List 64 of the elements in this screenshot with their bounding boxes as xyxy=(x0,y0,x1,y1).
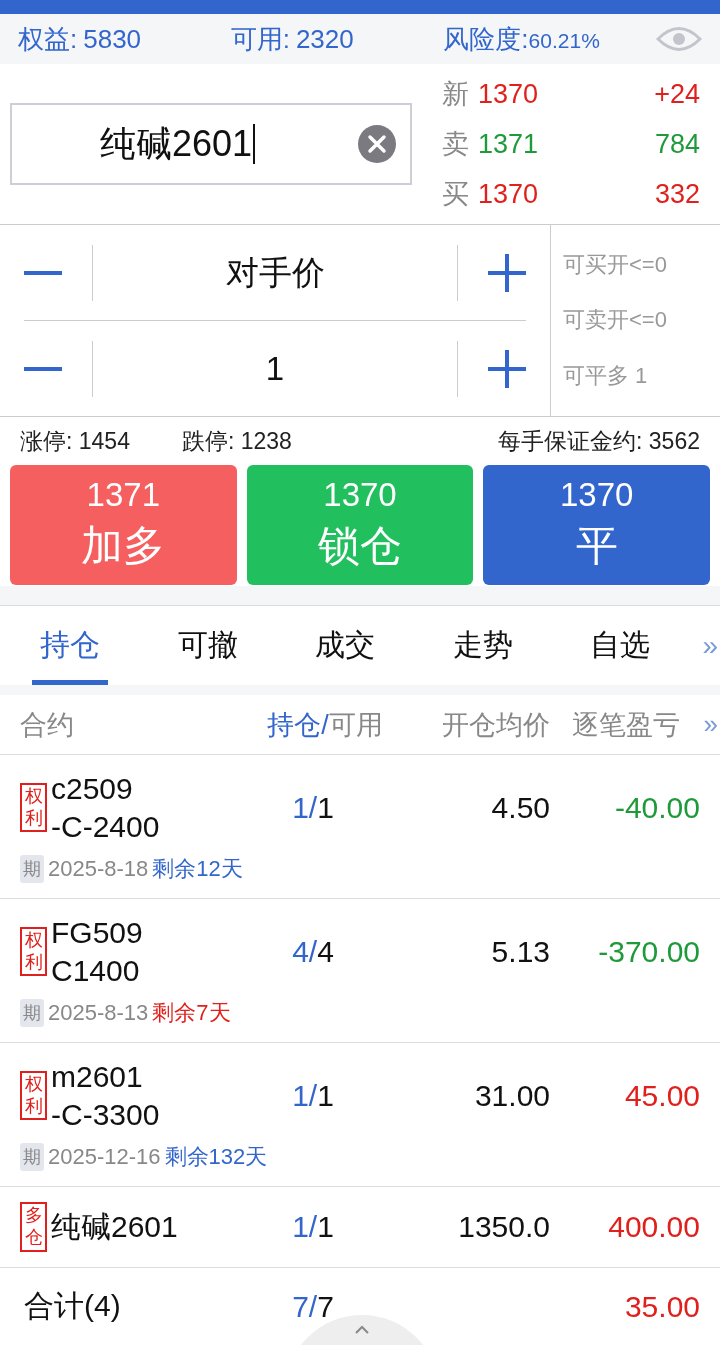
profit-loss: 400.00 xyxy=(607,1210,700,1244)
column-header: 开仓均价 xyxy=(441,708,550,742)
margin-text: 每手保证金约: 3562 xyxy=(498,426,700,456)
limit-text: 可卖开<=0 xyxy=(563,306,668,335)
expiry-badge: 期 xyxy=(20,854,44,883)
quote-price: 1370 xyxy=(478,178,540,210)
limit-text: 可买开<=0 xyxy=(563,250,668,279)
account-stat: 可用: 2320 xyxy=(230,22,355,56)
position-count: 1/1 xyxy=(291,790,335,825)
days-remaining: 剩余7天 xyxy=(152,998,231,1027)
contract-name: m2601 -C-3300 xyxy=(51,1058,160,1133)
column-header: 逐笔盈亏 xyxy=(571,708,681,742)
profit-loss: -40.00 xyxy=(613,790,700,825)
position-tag: 权利 xyxy=(20,1070,47,1121)
column-header: 持仓/可用 xyxy=(266,708,384,742)
account-stat: 权益: 5830 xyxy=(18,22,143,56)
quote-change: 784 xyxy=(654,128,700,160)
expiry-date: 2025-8-13 xyxy=(48,999,149,1026)
position-count: 7/7 xyxy=(291,1289,335,1324)
avg-price: 4.50 xyxy=(490,790,550,825)
total-label: 合计(4) xyxy=(23,1288,122,1324)
order-button[interactable]: 1370 平 xyxy=(483,465,710,585)
quote-label: 买 xyxy=(441,178,470,211)
limit-up: 涨停: 1454 xyxy=(20,426,130,456)
quantity-field[interactable]: 1 xyxy=(92,340,458,397)
tab[interactable]: 走势 xyxy=(444,606,521,685)
account-stat: 风险度:60.21% xyxy=(443,22,601,56)
contract-name: FG509 C1400 xyxy=(51,914,143,989)
position-count: 1/1 xyxy=(291,1078,335,1113)
tab[interactable]: 成交 xyxy=(307,606,384,685)
limit-down: 跌停: 1238 xyxy=(181,426,292,456)
expiry-date: 2025-12-16 xyxy=(48,1143,161,1170)
search-field[interactable]: 纯碱2601 xyxy=(10,103,412,185)
quote-price: 1371 xyxy=(478,128,540,160)
position-count: 4/4 xyxy=(291,934,335,969)
quote-change: 332 xyxy=(654,178,700,210)
expiry-date: 2025-8-18 xyxy=(48,855,149,882)
position-tag: 权利 xyxy=(20,782,47,833)
quote-label: 卖 xyxy=(441,128,470,161)
tab[interactable]: 可撤 xyxy=(169,606,246,685)
caret-icon xyxy=(354,1325,370,1335)
price-mode[interactable]: 对手价 xyxy=(92,244,458,301)
profit-loss: -370.00 xyxy=(597,934,700,969)
days-remaining: 剩余12天 xyxy=(152,854,243,883)
contract-name: c2509 -C-2400 xyxy=(51,770,160,845)
position-count: 1/1 xyxy=(291,1210,335,1244)
days-remaining: 剩余132天 xyxy=(164,1142,268,1171)
avg-price: 1350.0 xyxy=(457,1210,550,1244)
avg-price: 31.00 xyxy=(473,1078,550,1113)
tab[interactable]: 自选 xyxy=(582,606,659,685)
total-profit: 35.00 xyxy=(623,1289,700,1324)
avg-price: 5.13 xyxy=(490,934,550,969)
close-icon[interactable] xyxy=(358,125,396,163)
quote-price: 1370 xyxy=(478,78,540,110)
quote-change: +24 xyxy=(654,78,700,110)
expiry-badge: 期 xyxy=(20,1142,44,1171)
contract-name: 纯碱2601 xyxy=(51,1209,178,1245)
limit-text: 可平多 1 xyxy=(563,362,649,391)
expiry-badge: 期 xyxy=(20,998,44,1027)
position-tag: 权利 xyxy=(20,926,47,977)
profit-loss: 45.00 xyxy=(623,1078,700,1113)
quote-label: 新 xyxy=(441,78,470,111)
position-tag: 多仓 xyxy=(20,1202,47,1252)
column-header: 合约 xyxy=(20,708,75,742)
